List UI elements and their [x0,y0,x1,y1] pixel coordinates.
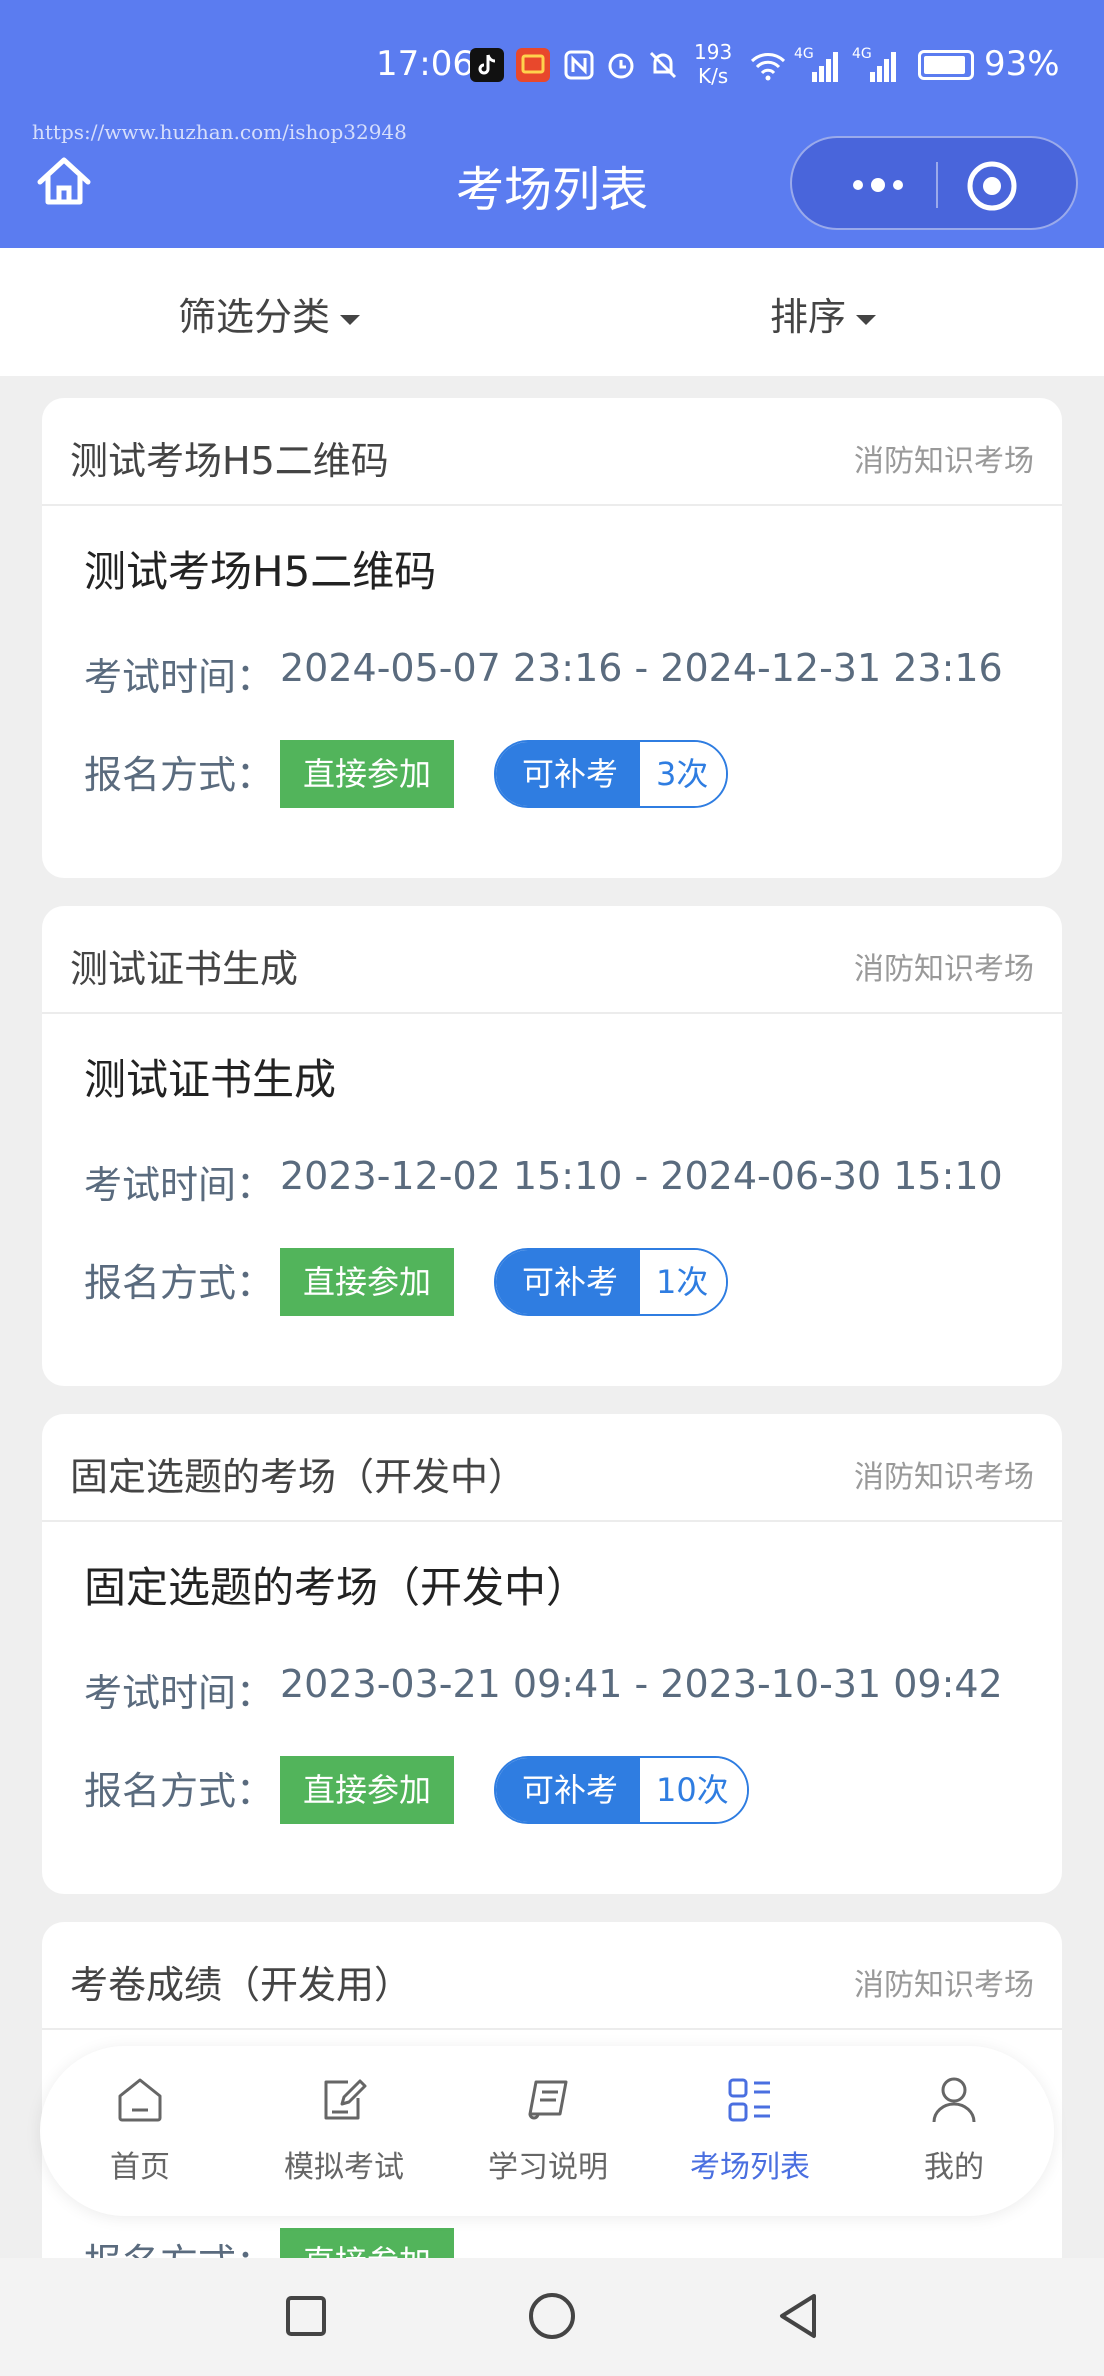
exam-card-header: 固定选题的考场（开发中） 消防知识考场 [42,1414,1062,1522]
signal-4g-icon: 4G [794,46,842,84]
edit-icon [324,2079,367,2120]
registration-label: 报名方式： [84,1769,275,1813]
user-icon [932,2077,976,2123]
retake-label: 可补考 [496,1250,641,1314]
exam-name: 固定选题的考场（开发中） [84,1563,589,1612]
retake-badge: 可补考 1次 [494,1248,729,1316]
sort-label: 排序 [770,295,847,339]
retake-count: 10次 [640,1758,747,1822]
scroll-icon [528,2080,568,2120]
registration-label: 报名方式： [84,1261,275,1305]
retake-count: 3次 [640,742,727,806]
back-triangle-icon[interactable] [770,2288,826,2344]
tiktok-icon [470,48,504,82]
exam-card-header-title: 测试证书生成 [70,947,299,991]
tab-mock-exam[interactable]: 模拟考试 [244,2046,444,2216]
exam-time-label: 考试时间： [84,655,275,699]
exam-name: 测试考场H5二维码 [84,547,437,596]
tab-label: 首页 [110,2150,170,2185]
filter-bar: 筛选分类 排序 [0,248,1104,376]
battery-icon [918,50,974,80]
exam-time-label: 考试时间： [84,1163,275,1207]
nfc-icon [562,48,596,82]
exam-card[interactable]: 测试考场H5二维码 消防知识考场 测试考场H5二维码 考试时间： 2024-05… [42,398,1062,878]
tab-exam-list[interactable]: 考场列表 [650,2046,850,2216]
filter-category-dropdown[interactable]: 筛选分类 [178,286,361,341]
mute-icon [646,48,680,82]
exam-category: 消防知识考场 [854,444,1034,479]
home-icon [118,2078,162,2122]
filter-category-label: 筛选分类 [178,295,331,339]
retake-badge: 可补考 10次 [494,1756,749,1824]
retake-label: 可补考 [496,742,641,806]
exam-category: 消防知识考场 [854,1968,1034,2003]
battery-percent: 93% [984,44,1060,84]
grid-list-icon [728,2078,770,2122]
watermark-url: https://www.huzhan.com/ishop32948 [32,120,407,144]
tab-label: 模拟考试 [284,2150,404,2185]
close-miniprogram-icon[interactable] [964,158,1020,214]
bottom-tab-bar: 首页 模拟考试 学习说明 考场列表 我的 [40,2046,1054,2216]
miniprogram-capsule [790,136,1078,230]
caret-down-icon [340,314,361,325]
exam-time-value: 2023-12-02 15:10 - 2024-06-30 15:10 [280,1154,1003,1198]
tab-home[interactable]: 首页 [40,2046,240,2216]
join-directly-button[interactable]: 直接参加 [280,740,454,808]
exam-time-label: 考试时间： [84,1671,275,1715]
join-directly-button[interactable]: 直接参加 [280,2228,454,2258]
home-circle-icon[interactable] [524,2288,580,2344]
net-speed: 193 K/s [694,40,733,88]
registration-label: 报名方式： [84,2232,274,2258]
status-time: 17:06 [376,44,474,84]
exam-time-value: 2024-05-07 23:16 - 2024-12-31 23:16 [280,646,1003,690]
exam-card[interactable]: 固定选题的考场（开发中） 消防知识考场 固定选题的考场（开发中） 考试时间： 2… [42,1414,1062,1894]
join-directly-button[interactable]: 直接参加 [280,1756,454,1824]
more-icon[interactable] [830,168,926,202]
exam-card-header: 测试考场H5二维码 消防知识考场 [42,398,1062,506]
caret-down-icon [856,314,877,325]
exam-category: 消防知识考场 [854,1460,1034,1495]
alarm-icon [604,48,638,82]
exam-time-value: 2023-03-21 09:41 - 2023-10-31 09:42 [280,1662,1003,1706]
wifi-icon [748,48,788,82]
tab-profile[interactable]: 我的 [854,2046,1054,2216]
exam-category: 消防知识考场 [854,952,1034,987]
tab-label: 学习说明 [488,2150,608,2185]
sort-dropdown[interactable]: 排序 [770,286,877,341]
exam-card-header-title: 固定选题的考场（开发中） [70,1455,527,1499]
exam-card[interactable]: 测试证书生成 消防知识考场 测试证书生成 考试时间： 2023-12-02 15… [42,906,1062,1386]
signal-4g-icon: 4G [852,46,900,84]
exam-card-header-title: 考卷成绩（开发用） [70,1963,413,2007]
join-directly-button[interactable]: 直接参加 [280,1248,454,1316]
capsule-divider [936,162,938,208]
retake-badge: 可补考 3次 [494,740,729,808]
registration-label: 报名方式： [84,753,275,797]
exam-card-header-title: 测试考场H5二维码 [70,439,389,483]
tab-label: 考场列表 [690,2150,810,2185]
exam-name: 测试证书生成 [84,1055,337,1104]
exam-card-header: 测试证书生成 消防知识考场 [42,906,1062,1014]
tab-label: 我的 [924,2150,984,2185]
app-header: 17:06 193 K/s 4G 4G 93% https://www.huzh… [0,0,1104,248]
recent-apps-icon[interactable] [278,2288,334,2344]
retake-label: 可补考 [496,1758,641,1822]
status-bar: 17:06 193 K/s 4G 4G 93% [0,30,1104,100]
battery-level [924,56,965,74]
retake-count: 1次 [640,1250,727,1314]
system-nav-bar [0,2258,1104,2376]
exam-card-header: 考卷成绩（开发用） 消防知识考场 [42,1922,1062,2030]
tab-study-guide[interactable]: 学习说明 [448,2046,648,2216]
taobao-icon [516,48,550,82]
